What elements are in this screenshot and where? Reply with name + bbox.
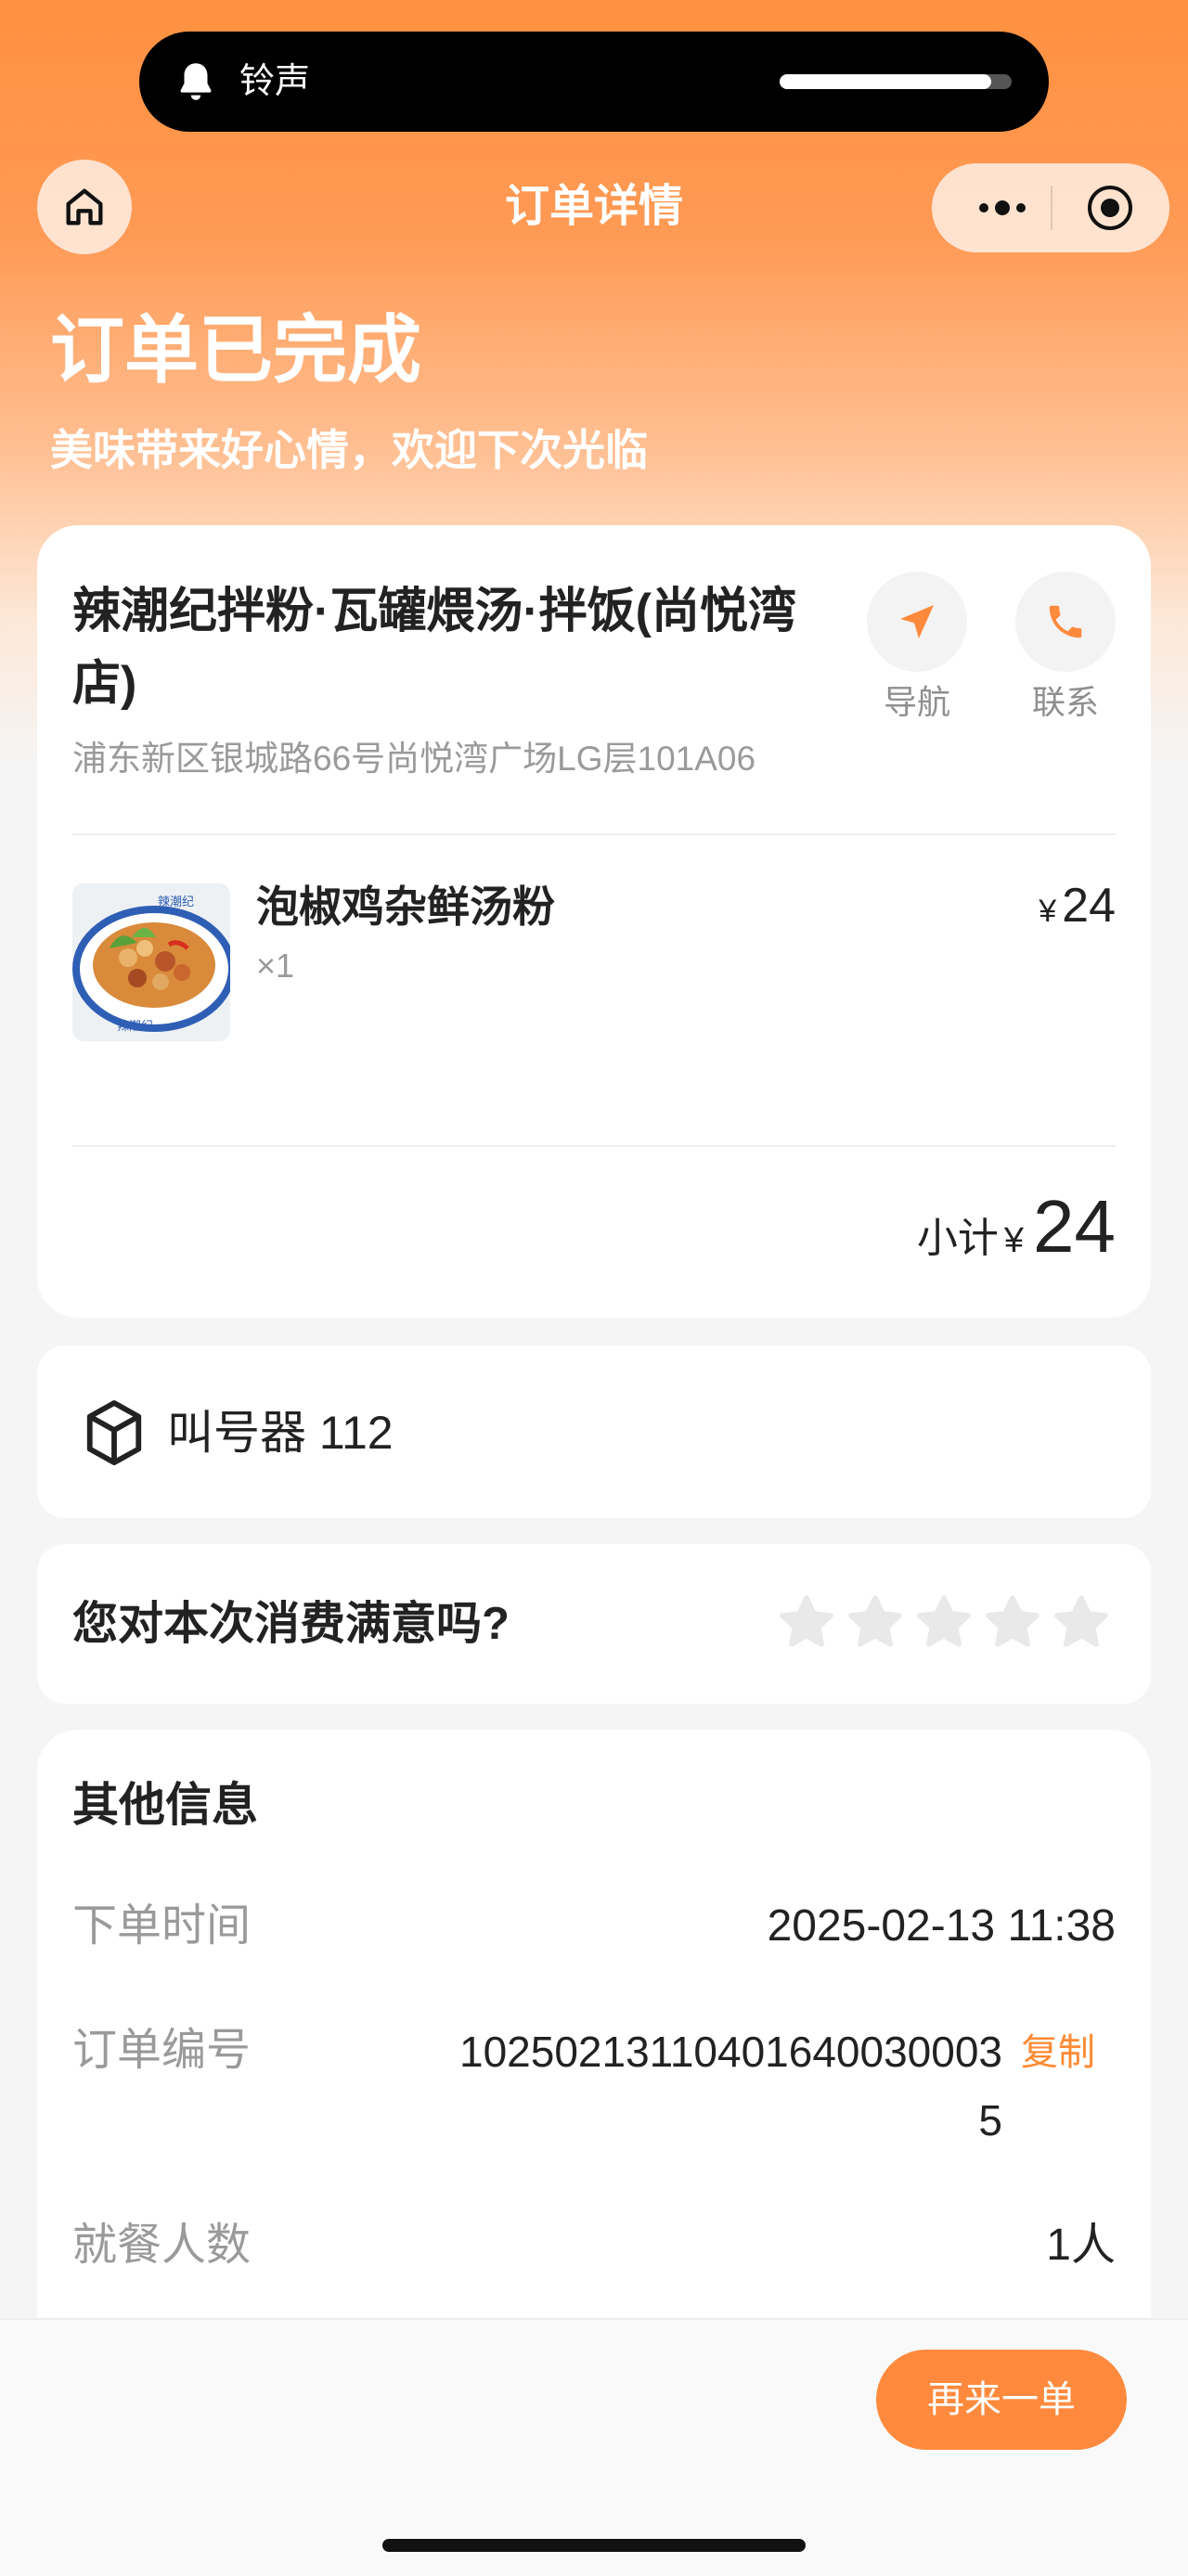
dish-quantity: ×1 <box>256 947 295 985</box>
store-name[interactable]: 辣潮纪拌粉·瓦罐煨汤·拌饭(尚悦湾店) <box>72 575 852 720</box>
card-divider <box>72 1145 1116 1147</box>
more-dots-icon <box>979 200 1026 215</box>
store-address: 浦东新区银城路66号尚悦湾广场LG层101A06 <box>72 740 756 778</box>
star-icon[interactable] <box>845 1592 906 1654</box>
other-info-card: 其他信息 下单时间 2025-02-13 11:38 订单编号 10250213… <box>37 1730 1151 2379</box>
diners-label: 就餐人数 <box>72 2221 252 2270</box>
navigate-label: 导航 <box>883 683 950 721</box>
currency-symbol: ¥ <box>1003 1221 1025 1260</box>
order-status-subtitle: 美味带来好心情，欢迎下次光临 <box>50 426 648 474</box>
order-number-value: 10250213110401640030003 5 <box>459 2017 1002 2155</box>
order-card: 辣潮纪拌粉·瓦罐煨汤·拌饭(尚悦湾店) 浦东新区银城路66号尚悦湾广场LG层10… <box>37 525 1151 1318</box>
dish-price: ¥24 <box>1039 876 1116 941</box>
order-time-label: 下单时间 <box>72 1901 252 1951</box>
ringer-volume-fill <box>780 74 991 89</box>
capsule-divider <box>1051 186 1052 230</box>
star-icon[interactable] <box>776 1592 837 1654</box>
subtotal-amount: 24 <box>1033 1185 1116 1268</box>
more-button[interactable] <box>965 186 1040 230</box>
svg-text:辣潮纪: 辣潮纪 <box>117 1020 153 1034</box>
subtotal: 小计 ¥ 24 <box>917 1184 1116 1269</box>
dish-price-value: 24 <box>1062 879 1116 933</box>
ringer-label: 铃声 <box>239 62 311 101</box>
noodle-bowl-image: 辣潮纪 辣潮纪 <box>72 883 230 1041</box>
phone-icon <box>1049 605 1082 638</box>
copy-order-number-button[interactable]: 复制 <box>1021 2025 1095 2080</box>
caller-number: 叫号器 112 <box>167 1407 394 1459</box>
order-number-line-2: 5 <box>978 2096 1002 2145</box>
miniprogram-capsule <box>932 163 1169 252</box>
subtotal-label: 小计 <box>916 1216 999 1261</box>
star-icon[interactable] <box>913 1592 975 1654</box>
star-icon[interactable] <box>982 1592 1043 1654</box>
order-time-value: 2025-02-13 11:38 <box>767 1901 1116 1951</box>
close-target-icon[interactable] <box>1086 184 1134 232</box>
reorder-button[interactable]: 再来一单 <box>876 2350 1127 2450</box>
contact-button[interactable]: 联系 <box>1015 572 1116 724</box>
navigate-button[interactable]: 导航 <box>867 572 967 724</box>
navigation-arrow-icon <box>900 605 934 638</box>
dish-name: 泡椒鸡杂鲜汤粉 <box>256 882 555 931</box>
other-info-title: 其他信息 <box>72 1779 258 1831</box>
contact-label: 联系 <box>1031 683 1099 721</box>
ringer-indicator: 铃声 <box>139 32 1049 132</box>
caller-card: 叫号器 112 <box>37 1346 1151 1518</box>
rating-card: 您对本次消费满意吗? <box>37 1544 1151 1704</box>
bottom-action-bar: 再来一单 <box>0 2318 1188 2576</box>
rating-stars[interactable] <box>776 1592 1112 1654</box>
currency-symbol: ¥ <box>1039 894 1057 929</box>
dish-thumbnail: 辣潮纪 辣潮纪 <box>72 883 230 1041</box>
home-indicator <box>382 2539 806 2552</box>
box-icon <box>86 1399 142 1465</box>
order-number-label: 订单编号 <box>72 2026 252 2075</box>
svg-text:辣潮纪: 辣潮纪 <box>158 895 194 909</box>
order-number-line-1: 10250213110401640030003 <box>459 2028 1002 2076</box>
bell-icon <box>180 63 212 100</box>
order-status-title: 订单已完成 <box>50 309 421 392</box>
card-divider <box>72 833 1116 835</box>
star-icon[interactable] <box>1051 1592 1112 1654</box>
rating-question: 您对本次消费满意吗? <box>72 1599 510 1649</box>
diners-value: 1人 <box>1046 2221 1116 2270</box>
